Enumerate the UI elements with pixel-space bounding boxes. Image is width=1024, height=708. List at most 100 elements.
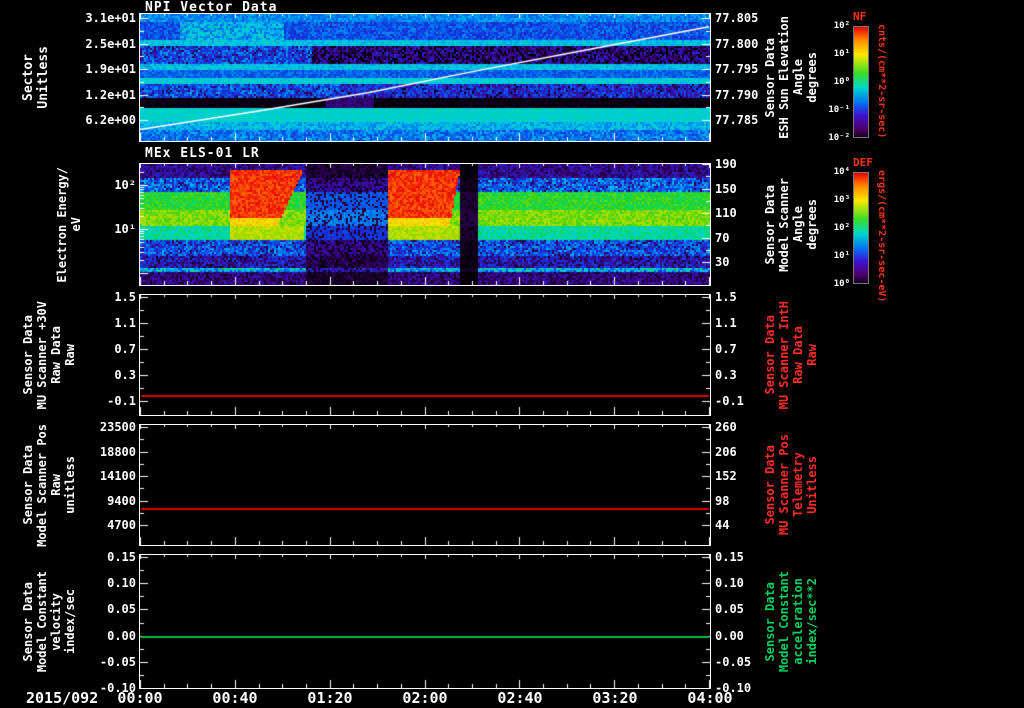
y-tick-label: 23500 — [99, 420, 136, 434]
y-tick-label: 1.5 — [114, 290, 136, 304]
y-tick-label: -0.1 — [107, 394, 136, 408]
axis-label-line: Sensor Data — [21, 445, 35, 525]
axis-label-line: Sensor Data — [763, 184, 777, 265]
npi-y-axis-label: Sector Unitless — [21, 14, 52, 141]
y-right-tick-label: 77.795 — [715, 62, 759, 76]
colorbar-nf: NF cnts/(cm**2-sr-sec) 10² 10¹ 10⁰ 10⁻¹ 10⁻² — [808, 10, 918, 160]
x-tick-label: 02:00 — [402, 689, 448, 707]
y-tick-label: 10² — [114, 178, 136, 192]
y-tick-label: 0.10 — [107, 576, 136, 591]
y-tick-label: 6.2e+00 — [85, 113, 136, 127]
y-right-tick-label: 206 — [715, 444, 737, 459]
axis-label-line: Raw — [804, 344, 819, 366]
colorbar-nf-label: NF — [853, 10, 867, 23]
axis-label-line: Raw Data — [790, 326, 805, 384]
y-right-tick-label: 44 — [715, 518, 730, 532]
y-right-tick-label: 98 — [715, 493, 730, 508]
colorbar-tick-label: 10¹ — [833, 49, 850, 59]
y-right-tick-label: 0.7 — [715, 342, 737, 356]
colorbar-tick-label: 10² — [833, 223, 850, 233]
y-tick-label: 4700 — [107, 518, 136, 532]
axis-label-line: Sensor Data — [763, 581, 777, 662]
panel-mu-scanner-raw — [139, 294, 711, 416]
colorbar-tick-label: 10⁻¹ — [828, 105, 850, 115]
axis-label-line: Model Scanner Pos — [34, 423, 49, 547]
y-right-tick-label: 0.10 — [715, 576, 744, 591]
panel-scanner-pos — [139, 424, 711, 546]
panel-model-constant — [139, 554, 711, 689]
panel-npi-spectrogram — [139, 13, 711, 142]
colorbar-tick-label: 10² — [833, 21, 850, 31]
axis-label-line: Angle — [790, 59, 805, 96]
y-tick-label: 1.1 — [114, 316, 136, 330]
y-tick-label: 0.7 — [114, 342, 136, 356]
y-right-tick-label: 150 — [715, 181, 737, 196]
axis-label-line: Model Constant — [776, 570, 791, 673]
panel2-title: MEx ELS-01 LR — [145, 146, 260, 161]
colorbar-def: DEF ergs/(cm**2-sr-sec-eV) 10⁴ 10³ 10² 10¹ 1… — [808, 156, 918, 306]
axis-label-line: acceleration — [790, 578, 805, 665]
x-tick-label: 02:40 — [497, 689, 543, 707]
els-spectrogram-canvas — [140, 164, 710, 285]
tplot-screen: NPI Vector Data MEx ELS-01 LR Sector Unit… — [0, 0, 1024, 708]
y-tick-label: 10¹ — [114, 222, 136, 236]
y-right-tick-label: 0.05 — [715, 602, 744, 617]
axis-label-line: Angle — [790, 206, 805, 243]
y-tick-label: 2.5e+01 — [85, 36, 136, 51]
x-tick-label: 03:20 — [592, 689, 638, 707]
y-right-tick-label: 30 — [715, 255, 730, 269]
model-constant-canvas — [140, 555, 710, 688]
axis-label-line: MU Scanner IntH — [776, 300, 791, 410]
y-tick-label: 1.2e+01 — [85, 87, 136, 102]
y-right-tick-label: -0.1 — [715, 394, 744, 408]
colorbar-tick-label: 10⁰ — [833, 279, 850, 289]
npi-spectrogram-canvas — [140, 14, 710, 141]
y-tick-label: 0.05 — [107, 602, 136, 617]
y-right-tick-label: 77.805 — [715, 11, 759, 25]
y-tick-label: 0.3 — [114, 368, 136, 382]
colorbar-tick-label: 10⁰ — [833, 77, 850, 87]
y-tick-label: 0.15 — [107, 550, 136, 564]
x-tick-label: 01:20 — [307, 689, 353, 707]
axis-label-line: Sensor Data — [21, 581, 35, 662]
y-right-tick-label: 1.5 — [715, 290, 737, 304]
colorbar-nf-units: cnts/(cm**2-sr-sec) — [876, 24, 887, 139]
y-right-tick-label: 0.00 — [715, 628, 744, 643]
axis-label-line: Sector — [21, 54, 36, 101]
axis-label-line: Sensor Data — [21, 315, 35, 395]
scanner-pos-canvas — [140, 425, 710, 545]
mu-scanner-raw-canvas — [140, 295, 710, 415]
y-tick-label: 3.1e+01 — [85, 11, 136, 25]
axis-label-line: Model Scanner — [776, 177, 791, 272]
y-right-tick-label: 1.1 — [715, 316, 737, 330]
y-tick-label: -0.05 — [99, 654, 136, 669]
axis-label-line: Unitless — [36, 46, 52, 109]
y-tick-label: 14100 — [99, 469, 136, 483]
y-right-tick-label: 260 — [715, 420, 737, 434]
y-right-tick-label: 0.3 — [715, 368, 737, 382]
axis-label-line: MU Scanner Pos — [776, 434, 791, 536]
y-right-tick-label: 77.790 — [715, 87, 759, 102]
axis-label-line: ESH Sun Elevation — [776, 16, 791, 139]
axis-label-line: MU Scanner +30V — [34, 300, 49, 410]
x-tick-label: 00:00 — [117, 689, 163, 707]
colorbar-def-gradient — [853, 172, 869, 284]
axis-label-line: Model Constant — [34, 570, 49, 673]
y-right-tick-label: 70 — [715, 230, 730, 245]
y-right-tick-label: 77.800 — [715, 36, 759, 51]
axis-label-line: index/sec**2 — [804, 578, 819, 665]
y-tick-label: 1.9e+01 — [85, 62, 136, 76]
x-tick-label: 00:40 — [212, 689, 258, 707]
y-right-tick-label: 77.785 — [715, 113, 759, 127]
colorbar-def-units: ergs/(cm**2-sr-sec-eV) — [876, 170, 887, 303]
y-tick-label: 18800 — [99, 444, 136, 459]
colorbar-nf-gradient — [853, 26, 869, 138]
y-right-tick-label: 190 — [715, 157, 737, 171]
axis-label-line: index/sec — [62, 588, 77, 655]
y-tick-label: 9400 — [107, 493, 136, 508]
colorbar-tick-label: 10¹ — [833, 251, 850, 261]
y-right-tick-label: 110 — [715, 206, 737, 220]
panel-els-spectrogram — [139, 163, 711, 286]
y-tick-label: 0.00 — [107, 628, 136, 643]
y-right-tick-label: 0.15 — [715, 550, 744, 564]
